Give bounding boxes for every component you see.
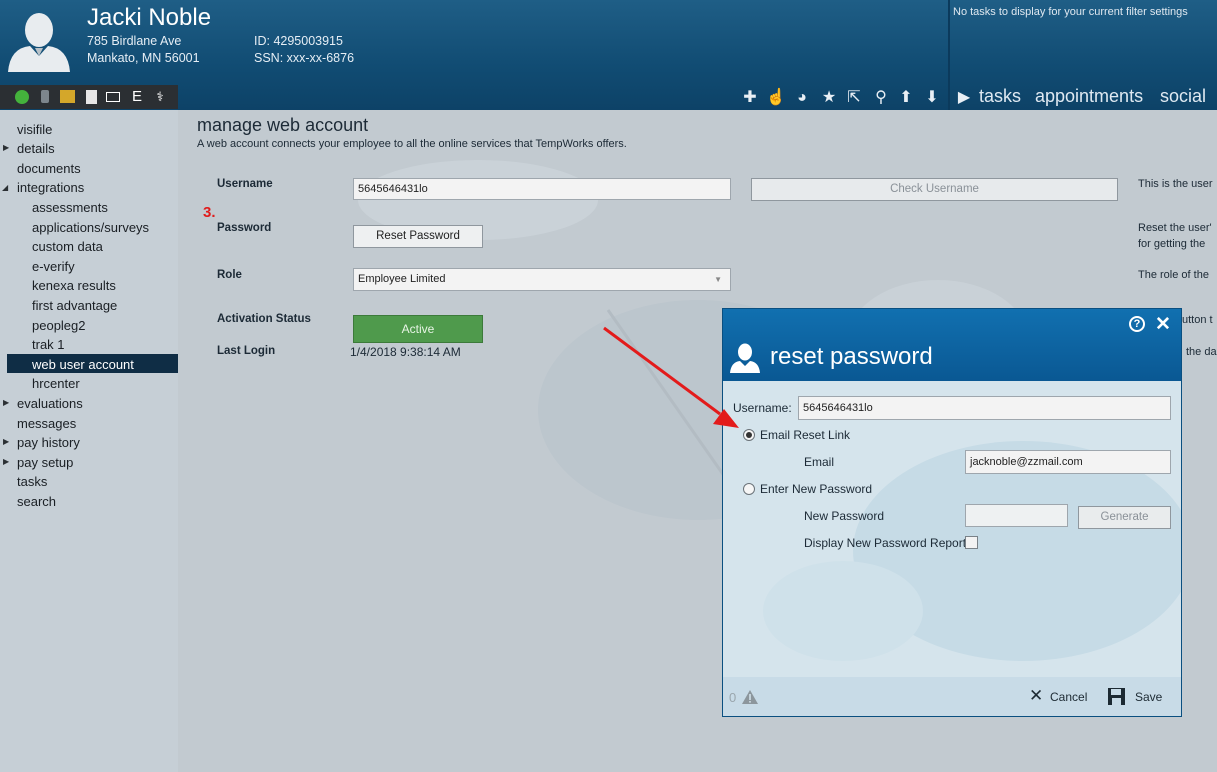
sidebar-item-documents[interactable]: documents	[17, 161, 81, 177]
sidebar-item-visifile[interactable]: visifile	[17, 122, 52, 138]
password-label: Password	[217, 222, 272, 234]
sidebar-item-hrcenter[interactable]: hrcenter	[32, 376, 80, 392]
role-selected-value: Employee Limited	[358, 273, 446, 285]
sidebar-item-integrations[interactable]: integrations	[17, 180, 84, 196]
enter-new-password-label[interactable]: Enter New Password	[760, 482, 872, 496]
password-help-text-1: Reset the user'	[1138, 222, 1212, 234]
sidebar-item-tasks[interactable]: tasks	[17, 474, 47, 490]
warning-icon	[742, 690, 758, 704]
last-login-help-text: the da	[1186, 346, 1217, 358]
arrow-down-icon[interactable]: ⬇	[921, 88, 943, 108]
expand-icon[interactable]: ▶	[3, 437, 9, 446]
save-button[interactable]: Save	[1135, 690, 1162, 704]
header-divider	[948, 0, 950, 110]
last-login-value: 1/4/2018 9:38:14 AM	[350, 345, 461, 359]
dialog-title: reset password	[770, 343, 933, 370]
role-label: Role	[217, 269, 242, 281]
generate-button[interactable]: Generate	[1078, 506, 1171, 529]
search-icon[interactable]: ⚲	[870, 88, 892, 108]
activation-status-label: Activation Status	[217, 313, 311, 325]
sidebar-item-search[interactable]: search	[17, 494, 56, 510]
sidebar-item-kenexa-results[interactable]: kenexa results	[32, 278, 116, 294]
sidebar-item-assessments[interactable]: assessments	[32, 200, 108, 216]
add-icon[interactable]: ✚	[739, 88, 761, 108]
username-label: Username	[217, 178, 273, 190]
sidebar-item-web-user-account[interactable]: web user account	[32, 357, 134, 373]
warning-count: 0	[729, 690, 737, 705]
username-input[interactable]: 5645646431lo	[353, 178, 731, 200]
display-report-checkbox[interactable]	[965, 536, 978, 549]
activation-status-toggle[interactable]: Active	[353, 315, 483, 343]
save-icon[interactable]	[1107, 687, 1126, 706]
help-icon[interactable]: ?	[1129, 316, 1145, 332]
sidebar-item-applications-surveys[interactable]: applications/surveys	[32, 220, 149, 236]
email-input[interactable]: jacknoble@zzmail.com	[965, 450, 1171, 474]
sidebar-item-details[interactable]: details	[17, 141, 55, 157]
step-marker: 3.	[203, 204, 216, 221]
id-card-icon[interactable]	[106, 89, 122, 105]
document-icon[interactable]	[60, 89, 76, 105]
tab-appointments[interactable]: appointments	[1035, 86, 1143, 107]
collapse-icon[interactable]: ◢	[2, 183, 8, 192]
active-status-icon[interactable]	[14, 89, 30, 105]
pointer-icon[interactable]: ☝	[765, 88, 787, 108]
password-help-text-2: for getting the	[1138, 238, 1206, 250]
arrow-up-icon[interactable]: ⬆	[895, 88, 917, 108]
email-reset-link-label[interactable]: Email Reset Link	[760, 428, 850, 442]
cancel-icon[interactable]: ✕	[1029, 686, 1043, 706]
last-login-label: Last Login	[217, 345, 276, 357]
dialog-username-label: Username:	[733, 401, 792, 415]
tasks-filter-message: No tasks to display for your current fil…	[953, 6, 1188, 18]
phone-icon[interactable]	[37, 89, 53, 105]
email-reset-link-radio[interactable]	[743, 429, 755, 441]
tab-social[interactable]: social	[1160, 86, 1206, 107]
sidebar-item-trak-1[interactable]: trak 1	[32, 337, 65, 353]
sidebar-item-first-advantage[interactable]: first advantage	[32, 298, 117, 314]
sidebar-item-e-verify[interactable]: e-verify	[32, 259, 75, 275]
enter-new-password-radio[interactable]	[743, 483, 755, 495]
tab-tasks[interactable]: tasks	[979, 86, 1021, 107]
sidebar-item-pay-setup[interactable]: pay setup	[17, 455, 73, 471]
dialog-background-decoration	[763, 441, 1181, 661]
new-password-label: New Password	[804, 509, 885, 523]
check-username-button[interactable]: Check Username	[751, 178, 1118, 201]
dialog-username-input[interactable]: 5645646431lo	[798, 396, 1171, 420]
chevron-down-icon: ▼	[714, 275, 722, 284]
user-icon	[730, 343, 760, 373]
expand-icon[interactable]: ▶	[3, 398, 9, 407]
page-description: A web account connects your employee to …	[197, 138, 627, 150]
filter-icon[interactable]: ⚕	[152, 89, 168, 105]
sidebar-item-messages[interactable]: messages	[17, 416, 76, 432]
display-report-label: Display New Password Report	[804, 536, 967, 550]
employee-address-line1: 785 Birdlane Ave	[87, 34, 182, 48]
username-help-text: This is the user	[1138, 178, 1213, 190]
role-select[interactable]: Employee Limited ▼	[353, 268, 731, 291]
new-password-input[interactable]	[965, 504, 1068, 527]
close-icon[interactable]: ✕	[1155, 313, 1171, 336]
cancel-button[interactable]: Cancel	[1050, 690, 1087, 704]
sidebar-item-evaluations[interactable]: evaluations	[17, 396, 83, 412]
expand-icon[interactable]: ▶	[3, 457, 9, 466]
expand-icon[interactable]: ▶	[3, 143, 9, 152]
form-icon[interactable]	[84, 89, 100, 105]
employee-name: Jacki Noble	[87, 4, 212, 31]
external-link-icon[interactable]: ⇱	[843, 88, 865, 108]
refresh-icon[interactable]: ◕	[791, 88, 813, 108]
role-help-text: The role of the	[1138, 269, 1209, 281]
employee-id: ID: 4295003915	[254, 34, 343, 48]
sidebar-item-pay-history[interactable]: pay history	[17, 435, 80, 451]
sidebar-item-custom-data[interactable]: custom data	[32, 239, 103, 255]
page-title: manage web account	[197, 115, 369, 135]
play-icon[interactable]: ▶	[953, 88, 975, 108]
reset-password-button[interactable]: Reset Password	[353, 225, 483, 248]
activation-help-text: utton t	[1182, 314, 1213, 326]
employee-avatar-icon	[8, 13, 70, 72]
email-label: Email	[804, 455, 835, 469]
sidebar-item-peopleg2[interactable]: peopleg2	[32, 318, 86, 334]
employee-ssn: SSN: xxx-xx-6876	[254, 51, 355, 65]
favorite-star-icon[interactable]: ★	[818, 88, 840, 108]
employee-address-line2: Mankato, MN 56001	[87, 51, 200, 65]
e-verify-icon[interactable]: E	[129, 89, 145, 105]
